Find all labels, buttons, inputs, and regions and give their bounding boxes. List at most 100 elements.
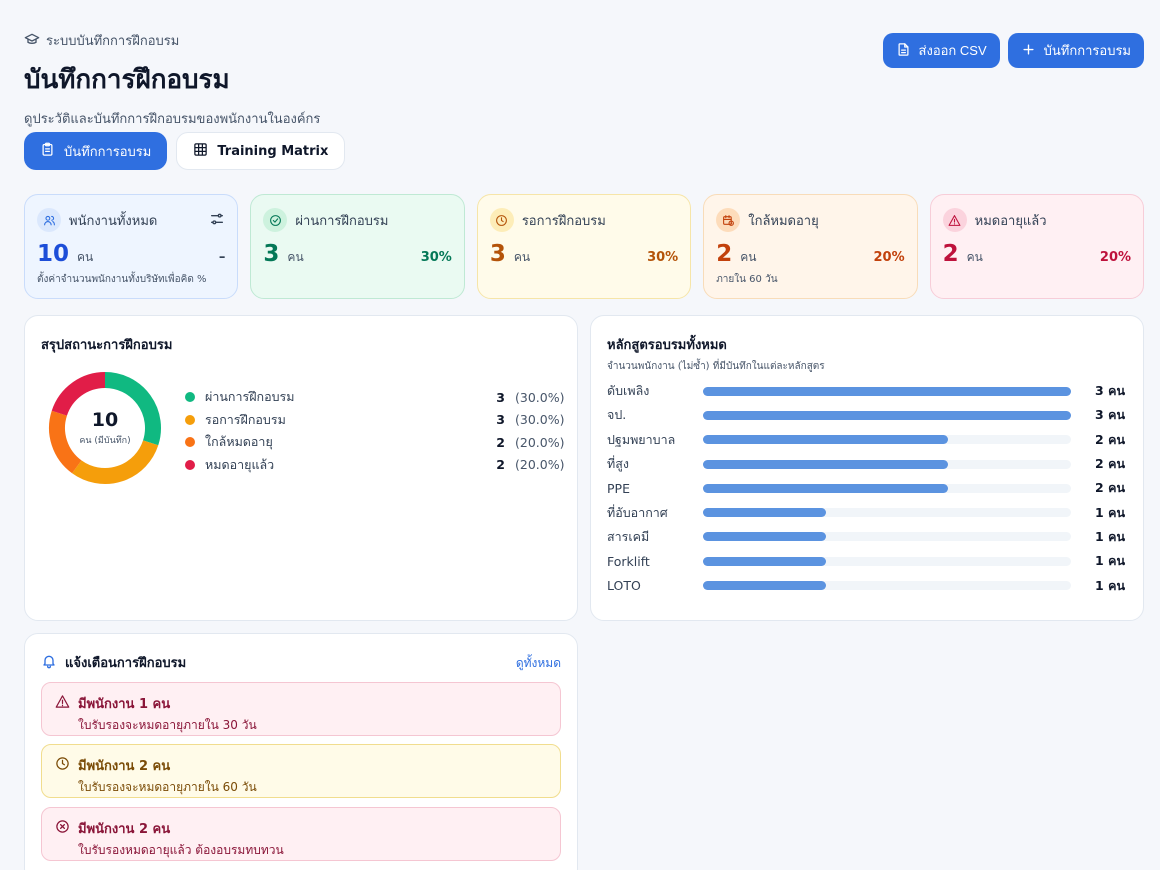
course-bar — [703, 435, 949, 445]
breadcrumb-label: ระบบบันทึกการฝึกอบรม — [46, 34, 180, 49]
stat-label: ใกล้หมดอายุ — [748, 213, 819, 229]
tab-label: บันทึกการอบรม — [64, 144, 152, 160]
legend-item: รอการฝึกอบรม 3 (30.0%) — [185, 409, 565, 432]
alert-item[interactable]: มีพนักงาน 1 คน ใบรับรองจะหมดอายุภายใน 30… — [41, 682, 561, 736]
course-name: สารเคมี — [607, 528, 650, 544]
course-row: ปฐมพยาบาล 2 คน — [607, 428, 1125, 452]
course-row: Forklift 1 คน — [607, 549, 1125, 573]
stat-value: 2 — [942, 241, 959, 267]
stat-unit: คน — [77, 250, 94, 264]
course-bar-track — [703, 508, 1071, 518]
legend-count: 2 — [496, 457, 505, 473]
legend-label: ใกล้หมดอายุ — [205, 434, 273, 450]
course-count: 1 คน — [1071, 600, 1125, 603]
course-name: ปฐมพยาบาล — [607, 431, 676, 447]
legend-label: รอการฝึกอบรม — [205, 411, 286, 427]
course-count: 1 คน — [1095, 553, 1125, 569]
tab-training-records[interactable]: บันทึกการอบรม — [24, 132, 168, 170]
stat-label: รอการฝึกอบรม — [521, 213, 606, 229]
course-count: 1 คน — [1095, 504, 1125, 520]
legend-dot — [185, 437, 195, 448]
training-alerts-card: แจ้งเตือนการฝึกอบรม ดูทั้งหมด มีพนักงาน … — [24, 633, 578, 870]
stat-note: ภายใน 60 วัน — [716, 274, 778, 285]
graduation-cap-icon — [24, 31, 40, 51]
course-bar — [703, 483, 949, 493]
course-name: ที่อับอากาศ — [607, 504, 668, 520]
course-name: จป. — [607, 407, 627, 423]
legend-item: หมดอายุแล้ว 2 (20.0%) — [185, 454, 565, 477]
tab-training-matrix[interactable]: Training Matrix — [176, 132, 346, 170]
course-row: สารเคมี 1 คน — [607, 525, 1125, 549]
course-bar-track — [703, 386, 1071, 396]
legend-percent: (30.0%) — [515, 412, 565, 428]
course-row: จป. 3 คน — [607, 403, 1125, 427]
card-title: สรุปสถานะการฝึกอบรม — [41, 338, 173, 353]
stat-unit: คน — [287, 250, 304, 264]
legend-count: 2 — [496, 434, 505, 450]
stat-value: 3 — [489, 241, 506, 267]
legend-label: หมดอายุแล้ว — [205, 456, 275, 472]
plus-icon — [1021, 42, 1036, 60]
stat-label: พนักงานทั้งหมด — [69, 213, 158, 229]
course-bar — [703, 532, 826, 542]
course-bar-track — [703, 483, 1071, 493]
course-count: 3 คน — [1095, 407, 1125, 423]
course-bar — [703, 410, 1071, 420]
card-subtitle: จำนวนพนักงาน (ไม่ซ้ำ) ที่มีบันทึกในแต่ละ… — [607, 361, 825, 372]
stat-label: หมดอายุแล้ว — [974, 213, 1047, 229]
legend-count: 3 — [496, 389, 505, 405]
legend-percent: (30.0%) — [515, 389, 565, 405]
add-training-button[interactable]: บันทึกการอบรม — [1007, 33, 1144, 68]
course-bar-track — [703, 459, 1071, 469]
stat-unit: คน — [740, 250, 757, 264]
course-count: 1 คน — [1095, 528, 1125, 544]
stat-percent: 20% — [873, 250, 905, 265]
course-row: ดับเพลิง 3 คน — [607, 379, 1125, 403]
stat-percent: 30% — [420, 250, 452, 265]
stat-card-expired[interactable]: หมดอายุแล้ว 2 คน 20% — [929, 194, 1145, 299]
course-row: ที่สูง 2 คน — [607, 452, 1125, 476]
legend-item: ใกล้หมดอายุ 2 (20.0%) — [185, 431, 564, 454]
see-all-link[interactable]: ดูทั้งหมด — [516, 654, 561, 673]
course-name: LOTO — [607, 578, 641, 594]
course-bar-track — [703, 556, 1071, 566]
course-bar-track — [703, 410, 1071, 420]
course-row: Work Permit 1 คน — [607, 598, 1125, 603]
stat-percent: 20% — [1099, 250, 1132, 265]
export-csv-label: ส่งออก CSV — [918, 43, 987, 58]
stat-card-total[interactable]: พนักงานทั้งหมด 10 คน – ตั้งค่าจำนวนพนักง… — [24, 194, 239, 299]
course-name: ดับเพลิง — [607, 383, 650, 399]
stat-note: ตั้งค่าจำนวนพนักงานทั้งบริษัทเพื่อคิด % — [37, 274, 207, 285]
stat-card-waiting[interactable]: รอการฝึกอบรม 3 คน 30% — [476, 194, 692, 299]
legend-percent: (20.0%) — [515, 457, 565, 473]
card-title: แจ้งเตือนการฝึกอบรม — [65, 656, 187, 671]
stat-card-expiring[interactable]: ใกล้หมดอายุ 2 คน 20% ภายใน 60 วัน — [703, 194, 918, 299]
course-bar-list[interactable]: ดับเพลิง 3 คน จป. 3 คน ปฐมพยาบาล 2 คน ที่สูง 2 … — [607, 379, 1125, 603]
course-bar-track — [703, 532, 1071, 542]
card-title: หลักสูตรอบรมทั้งหมด — [607, 338, 727, 353]
alert-item[interactable]: มีพนักงาน 2 คน ใบรับรองจะหมดอายุภายใน 60… — [41, 744, 561, 798]
course-count: 2 คน — [1095, 431, 1125, 447]
warning-triangle-icon — [942, 208, 967, 232]
legend-label: ผ่านการฝึกอบรม — [205, 389, 295, 405]
alert-description: ใบรับรองจะหมดอายุภายใน 30 วัน — [78, 718, 257, 732]
donut-chart: 10 คน (มีบันทึก) — [47, 370, 163, 486]
clock-icon — [489, 208, 514, 232]
legend-dot — [185, 392, 195, 403]
export-csv-button[interactable]: ส่งออก CSV — [882, 33, 1000, 68]
grid-icon — [193, 142, 208, 161]
course-name: Work Permit — [607, 602, 703, 603]
course-bar-track — [703, 435, 1071, 445]
course-name: PPE — [607, 480, 630, 496]
add-training-label: บันทึกการอบรม — [1043, 43, 1131, 58]
stat-value: 10 — [37, 241, 70, 267]
training-status-summary-card: สรุปสถานะการฝึกอบรม 10 คน (มีบันทึก) ผ่า… — [24, 315, 578, 621]
stat-label: ผ่านการฝึกอบรม — [295, 213, 389, 229]
stat-card-passed[interactable]: ผ่านการฝึกอบรม 3 คน 30% — [250, 194, 465, 299]
file-icon — [896, 42, 911, 60]
alert-item[interactable]: มีพนักงาน 2 คน ใบรับรองหมดอายุแล้ว ต้องอ… — [41, 807, 561, 861]
alert-description: ใบรับรองหมดอายุแล้ว ต้องอบรมทบทวน — [78, 843, 284, 857]
course-count: 3 คน — [1095, 383, 1125, 399]
sliders-icon[interactable] — [209, 211, 225, 227]
course-name: Forklift — [607, 553, 650, 569]
